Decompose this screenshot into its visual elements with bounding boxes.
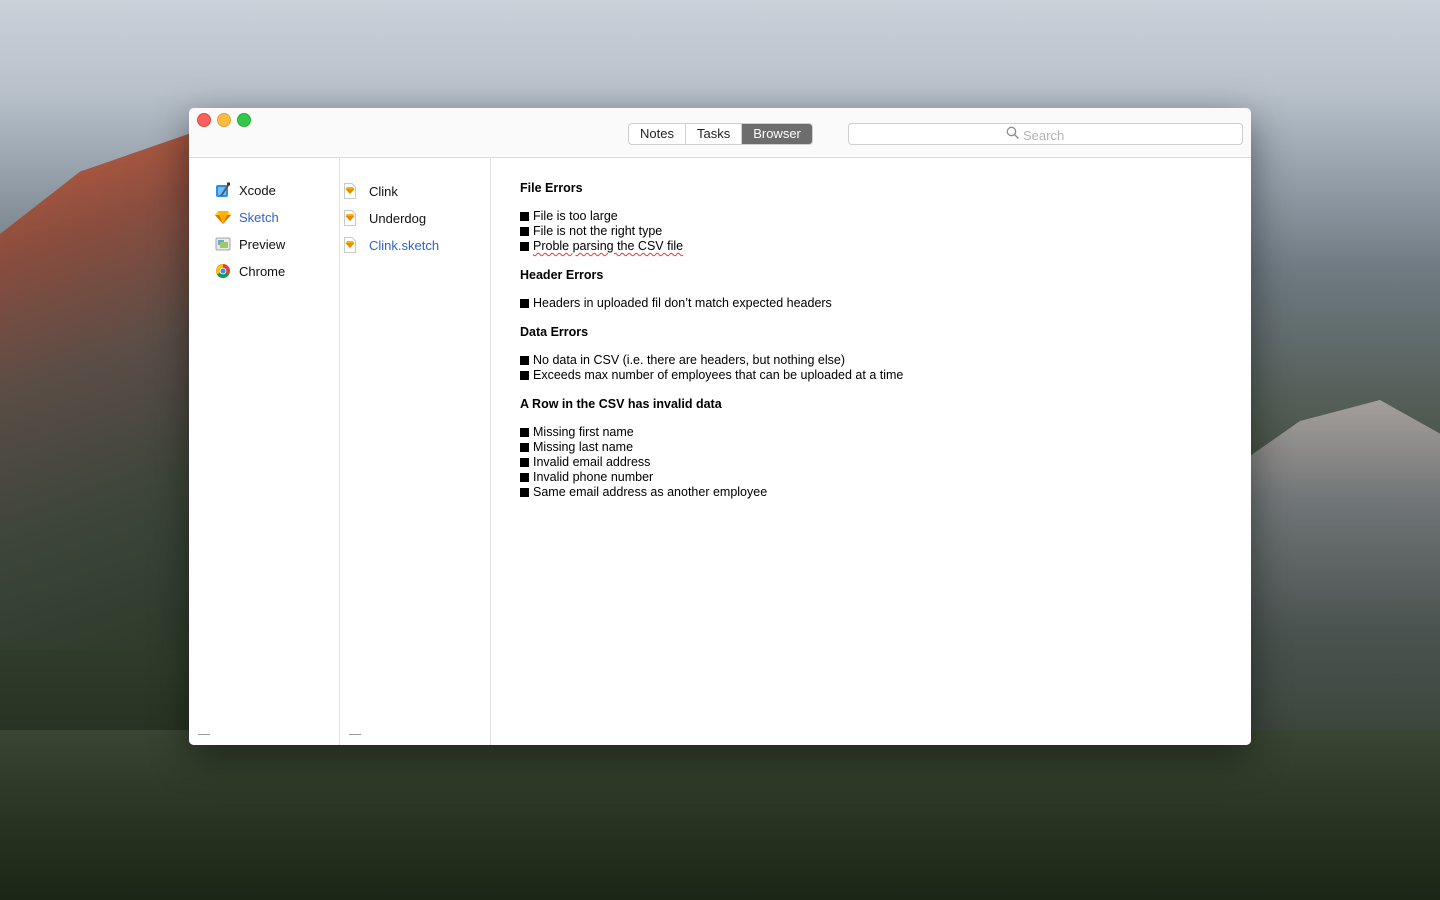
section-heading: File Errors xyxy=(520,181,583,195)
tab-tasks[interactable]: Tasks xyxy=(686,124,743,144)
misspelled-text: Proble parsing the CSV file xyxy=(533,239,684,253)
bullet-square-icon xyxy=(520,443,529,452)
list-item: Invalid email address xyxy=(520,455,903,470)
section-heading: Header Errors xyxy=(520,268,604,282)
bullet-square-icon xyxy=(520,473,529,482)
apps-column: Xcode Sketch Preview Chrome xyxy=(189,158,340,745)
sidebar-item-label: Xcode xyxy=(239,182,276,198)
file-item-label: Clink.sketch xyxy=(369,237,440,253)
note-content[interactable]: File Errors File is too large File is no… xyxy=(491,158,1251,745)
list-item: No data in CSV (i.e. there are headers, … xyxy=(520,353,903,368)
list-item: Missing first name xyxy=(520,425,903,440)
list-item: Invalid phone number xyxy=(520,470,903,485)
close-window-button[interactable] xyxy=(197,113,211,127)
xcode-icon xyxy=(215,182,231,198)
chrome-icon xyxy=(215,263,231,279)
sketch-file-icon xyxy=(344,210,360,226)
bullet-square-icon xyxy=(520,356,529,365)
list-item: Headers in uploaded fil don’t match expe… xyxy=(520,296,903,311)
bullet-square-icon xyxy=(520,299,529,308)
section-heading: A Row in the CSV has invalid data xyxy=(520,397,722,411)
preview-icon xyxy=(215,236,231,252)
bullet-square-icon xyxy=(520,488,529,497)
list-item: Exceeds max number of employees that can… xyxy=(520,368,903,383)
sidebar-item-label: Chrome xyxy=(239,263,286,279)
file-item-clink-sketch[interactable]: Clink.sketch xyxy=(344,235,439,255)
sidebar-item-preview[interactable]: Preview xyxy=(215,234,285,254)
sketch-icon xyxy=(215,209,231,225)
note-document[interactable]: File Errors File is too large File is no… xyxy=(520,181,903,500)
file-item-clink[interactable]: Clink xyxy=(344,181,398,201)
bullet-square-icon xyxy=(520,371,529,380)
bullet-square-icon xyxy=(520,242,529,251)
sketch-file-icon xyxy=(344,183,360,199)
sidebar-item-xcode[interactable]: Xcode xyxy=(215,180,276,200)
bullet-square-icon xyxy=(520,458,529,467)
search-icon xyxy=(1006,126,1019,144)
sidebar-item-chrome[interactable]: Chrome xyxy=(215,261,285,281)
sidebar-item-label: Preview xyxy=(239,236,286,252)
desktop-wallpaper-valley xyxy=(0,730,1440,900)
bullet-square-icon xyxy=(520,428,529,437)
sidebar-item-label: Sketch xyxy=(239,209,279,225)
desktop-wallpaper-left xyxy=(0,130,200,650)
list-item: Missing last name xyxy=(520,440,903,455)
list-item: File is too large xyxy=(520,209,903,224)
bullet-square-icon xyxy=(520,227,529,236)
list-item: Same email address as another employee xyxy=(520,485,903,500)
sidebar-item-sketch[interactable]: Sketch xyxy=(215,207,279,227)
file-item-label: Clink xyxy=(369,183,398,199)
remove-file-button[interactable] xyxy=(349,734,361,735)
list-item: Proble parsing the CSV file xyxy=(520,239,903,254)
search-field[interactable]: Search xyxy=(848,123,1243,145)
file-item-label: Underdog xyxy=(369,210,427,226)
files-column: Clink Underdog Clink.sketch xyxy=(340,158,491,745)
search-placeholder-group: Search xyxy=(1006,126,1064,144)
app-window: Notes Tasks Browser Search Xcode Sketch … xyxy=(189,108,1251,745)
sketch-file-icon xyxy=(344,237,360,253)
remove-app-button[interactable] xyxy=(198,734,210,735)
list-item: File is not the right type xyxy=(520,224,903,239)
tab-browser[interactable]: Browser xyxy=(742,124,812,144)
bullet-square-icon xyxy=(520,212,529,221)
view-switcher: Notes Tasks Browser xyxy=(628,123,813,145)
zoom-window-button[interactable] xyxy=(237,113,251,127)
tab-notes[interactable]: Notes xyxy=(629,124,686,144)
file-item-underdog[interactable]: Underdog xyxy=(344,208,426,228)
title-bar: Notes Tasks Browser Search xyxy=(189,108,1251,158)
search-placeholder: Search xyxy=(1023,127,1065,143)
minimize-window-button[interactable] xyxy=(217,113,231,127)
section-heading: Data Errors xyxy=(520,325,589,339)
